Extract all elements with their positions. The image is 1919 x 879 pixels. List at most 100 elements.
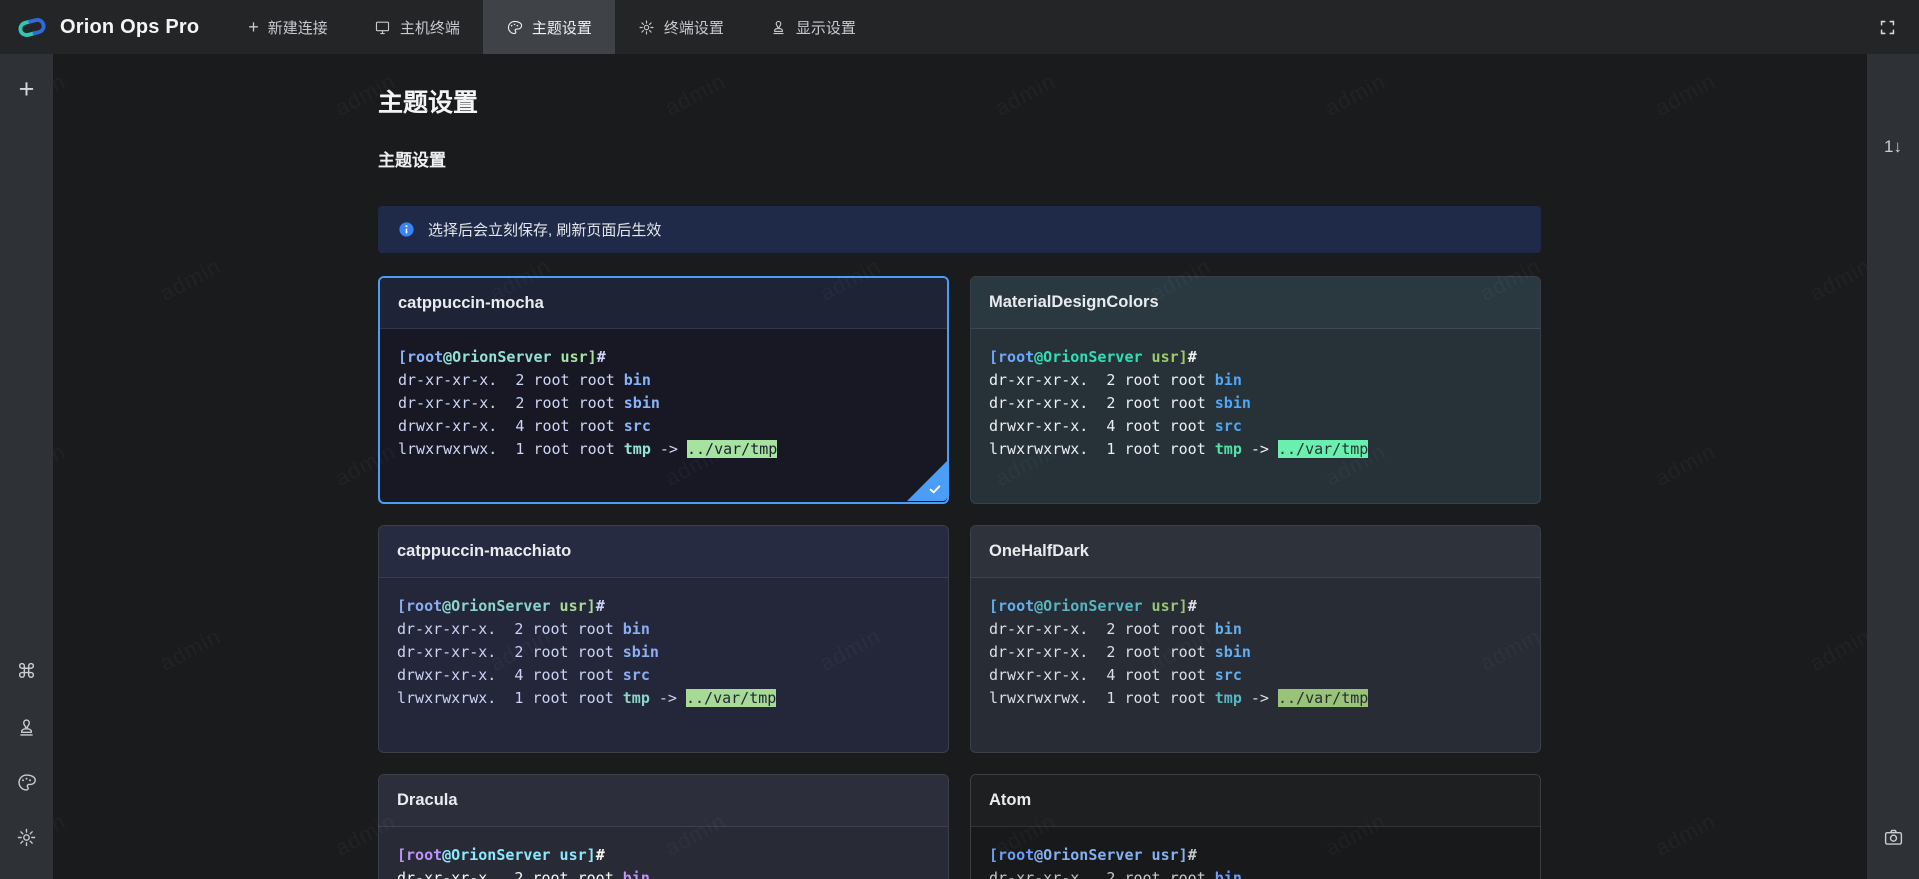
terminal-output-line: dr-xr-xr-x. 2 root root bin (989, 369, 1522, 392)
nav-tab-terminal-settings[interactable]: 终端设置 (615, 0, 747, 54)
section-title: 主题设置 (378, 146, 1541, 171)
terminal-preview: [root@OrionServer usr]#dr-xr-xr-x. 2 roo… (380, 329, 947, 501)
nav-tab-theme-settings[interactable]: 主题设置 (483, 0, 615, 54)
theme-card-header: OneHalfDark (971, 526, 1540, 578)
palette-icon (506, 19, 523, 36)
info-icon (398, 221, 415, 238)
watermark-text: admin (1806, 623, 1867, 676)
terminal-output-line: lrwxrwxrwx. 1 root root tmp -> ../var/tm… (398, 438, 929, 461)
theme-grid: catppuccin-mocha[root@OrionServer usr]#d… (378, 276, 1541, 879)
left-sidebar: + ⌘ (0, 54, 53, 879)
terminal-output-line: dr-xr-xr-x. 2 root root bin (397, 618, 930, 641)
theme-card-header: catppuccin-mocha (380, 278, 947, 329)
stamp-icon[interactable] (6, 706, 48, 748)
watermark-text: admin (156, 253, 226, 306)
terminal-output-line: drwxr-xr-x. 4 root root src (397, 664, 930, 687)
theme-card-MaterialDesignColors[interactable]: MaterialDesignColors [root@OrionServer us… (970, 276, 1541, 504)
terminal-prompt-line: [root@OrionServer usr]# (989, 346, 1522, 369)
terminal-prompt-line: [root@OrionServer usr]# (397, 595, 930, 618)
terminal-preview: [root@OrionServer usr]#dr-xr-xr-x. 2 roo… (971, 329, 1540, 503)
terminal-output-line: dr-xr-xr-x. 2 root root sbin (398, 392, 929, 415)
app-logo-icon (15, 14, 49, 41)
theme-card-OneHalfDark[interactable]: OneHalfDark[root@OrionServer usr]#dr-xr-… (970, 525, 1541, 753)
watermark-text: admin (1651, 438, 1721, 491)
terminal-output-line: dr-xr-xr-x. 2 root root bin (397, 867, 930, 879)
terminal-output-line: lrwxrwxrwx. 1 root root tmp -> ../var/tm… (989, 687, 1522, 710)
watermark-text: admin (53, 808, 70, 861)
theme-name: catppuccin-mocha (398, 294, 544, 313)
stamp-icon (770, 19, 787, 36)
theme-card-header: catppuccin-macchiato (379, 526, 948, 578)
nav-tab-new-connection[interactable]: +新建连接 (225, 0, 351, 54)
terminal-output-line: dr-xr-xr-x. 2 root root bin (989, 867, 1522, 879)
terminal-output-line: drwxr-xr-x. 4 root root src (989, 664, 1522, 687)
theme-card-catppuccin-macchiato[interactable]: catppuccin-macchiato [root@OrionServer us… (378, 525, 949, 753)
plus-icon[interactable]: + (6, 68, 48, 110)
theme-card-Atom[interactable]: Atom [root@OrionServer usr]#dr-xr-xr-x. 2… (970, 774, 1541, 879)
terminal-prompt-line: [root@OrionServer usr]# (989, 844, 1522, 867)
terminal-output-line: dr-xr-xr-x. 2 root root sbin (397, 641, 930, 664)
right-sidebar: 1↓ (1867, 54, 1919, 879)
nav-tab-label: 主机终端 (400, 17, 460, 38)
page-title: 主题设置 (378, 83, 1541, 119)
palette-icon[interactable] (6, 761, 48, 803)
terminal-preview: [root@OrionServer usr]#dr-xr-xr-x. 2 roo… (971, 578, 1540, 752)
nav-tab-label: 终端设置 (664, 17, 724, 38)
terminal-output-line: dr-xr-xr-x. 2 root root sbin (989, 641, 1522, 664)
theme-card-header: Dracula (379, 775, 948, 827)
terminal-output-line: dr-xr-xr-x. 2 root root sbin (989, 392, 1522, 415)
terminal-output-line: drwxr-xr-x. 4 root root src (398, 415, 929, 438)
fullscreen-icon[interactable] (1878, 18, 1897, 37)
terminal-preview: [root@OrionServer usr]#dr-xr-xr-x. 2 roo… (379, 578, 948, 752)
terminal-output-line: lrwxrwxrwx. 1 root root tmp -> ../var/tm… (989, 438, 1522, 461)
navbar-right (1878, 18, 1919, 37)
theme-card-catppuccin-mocha[interactable]: catppuccin-mocha[root@OrionServer usr]#d… (378, 276, 949, 504)
terminal-prompt-line: [root@OrionServer usr]# (397, 844, 930, 867)
top-navbar: Orion Ops Pro +新建连接 主机终端 主题设置 终端设置 显示设置 (0, 0, 1919, 54)
theme-name: catppuccin-macchiato (397, 542, 571, 561)
terminal-output-line: dr-xr-xr-x. 2 root root bin (989, 618, 1522, 641)
right-rail-top: 1↓ (1872, 71, 1914, 181)
content: 主题设置 主题设置 选择后会立刻保存, 刷新页面后生效 catppuccin-m… (378, 54, 1541, 879)
theme-name: Atom (989, 791, 1031, 810)
watermark-text: admin (53, 438, 70, 491)
theme-name: Dracula (397, 791, 458, 810)
gear-icon[interactable] (6, 816, 48, 858)
plus-icon: + (248, 19, 259, 36)
watermark-text: admin (1651, 68, 1721, 121)
theme-name: MaterialDesignColors (989, 293, 1159, 312)
app-brand-name: Orion Ops Pro (60, 16, 199, 39)
nav-tab-label: 主题设置 (532, 17, 592, 38)
sort-icon[interactable]: 1↓ (1872, 126, 1914, 168)
left-rail-top: + (6, 68, 48, 123)
notice-text: 选择后会立刻保存, 刷新页面后生效 (428, 219, 661, 240)
terminal-output-line: drwxr-xr-x. 4 root root src (989, 415, 1522, 438)
theme-card-Dracula[interactable]: Dracula [root@OrionServer usr]#dr-xr-xr-x… (378, 774, 949, 879)
notice-banner: 选择后会立刻保存, 刷新页面后生效 (378, 206, 1541, 253)
terminal-prompt-line: [root@OrionServer usr]# (989, 595, 1522, 618)
camera-icon[interactable] (1872, 816, 1914, 858)
terminal-output-line: dr-xr-xr-x. 2 root root bin (398, 369, 929, 392)
terminal-output-line: lrwxrwxrwx. 1 root root tmp -> ../var/tm… (397, 687, 930, 710)
theme-name: OneHalfDark (989, 542, 1089, 561)
theme-card-header: MaterialDesignColors (971, 277, 1540, 329)
nav-tab-display-settings[interactable]: 显示设置 (747, 0, 879, 54)
right-rail-bottom (1872, 816, 1914, 879)
left-rail-bottom: ⌘ (6, 651, 48, 879)
nav-tab-host-terminal[interactable]: 主机终端 (351, 0, 483, 54)
terminal-preview: [root@OrionServer usr]#dr-xr-xr-x. 2 roo… (971, 827, 1540, 879)
command-icon[interactable]: ⌘ (6, 651, 48, 693)
terminal-preview: [root@OrionServer usr]#dr-xr-xr-x. 2 roo… (379, 827, 948, 879)
code-icon[interactable] (1872, 71, 1914, 113)
main-area: 主题设置 主题设置 选择后会立刻保存, 刷新页面后生效 catppuccin-m… (53, 54, 1867, 879)
selected-check-badge (907, 461, 947, 501)
watermark-text: admin (1651, 808, 1721, 861)
nav-tabs: +新建连接 主机终端 主题设置 终端设置 显示设置 (225, 0, 879, 54)
theme-card-header: Atom (971, 775, 1540, 827)
nav-tab-label: 显示设置 (796, 17, 856, 38)
monitor-icon (374, 19, 391, 36)
terminal-prompt-line: [root@OrionServer usr]# (398, 346, 929, 369)
watermark-text: admin (156, 623, 226, 676)
app-brand: Orion Ops Pro (0, 14, 225, 41)
gear-icon (638, 19, 655, 36)
